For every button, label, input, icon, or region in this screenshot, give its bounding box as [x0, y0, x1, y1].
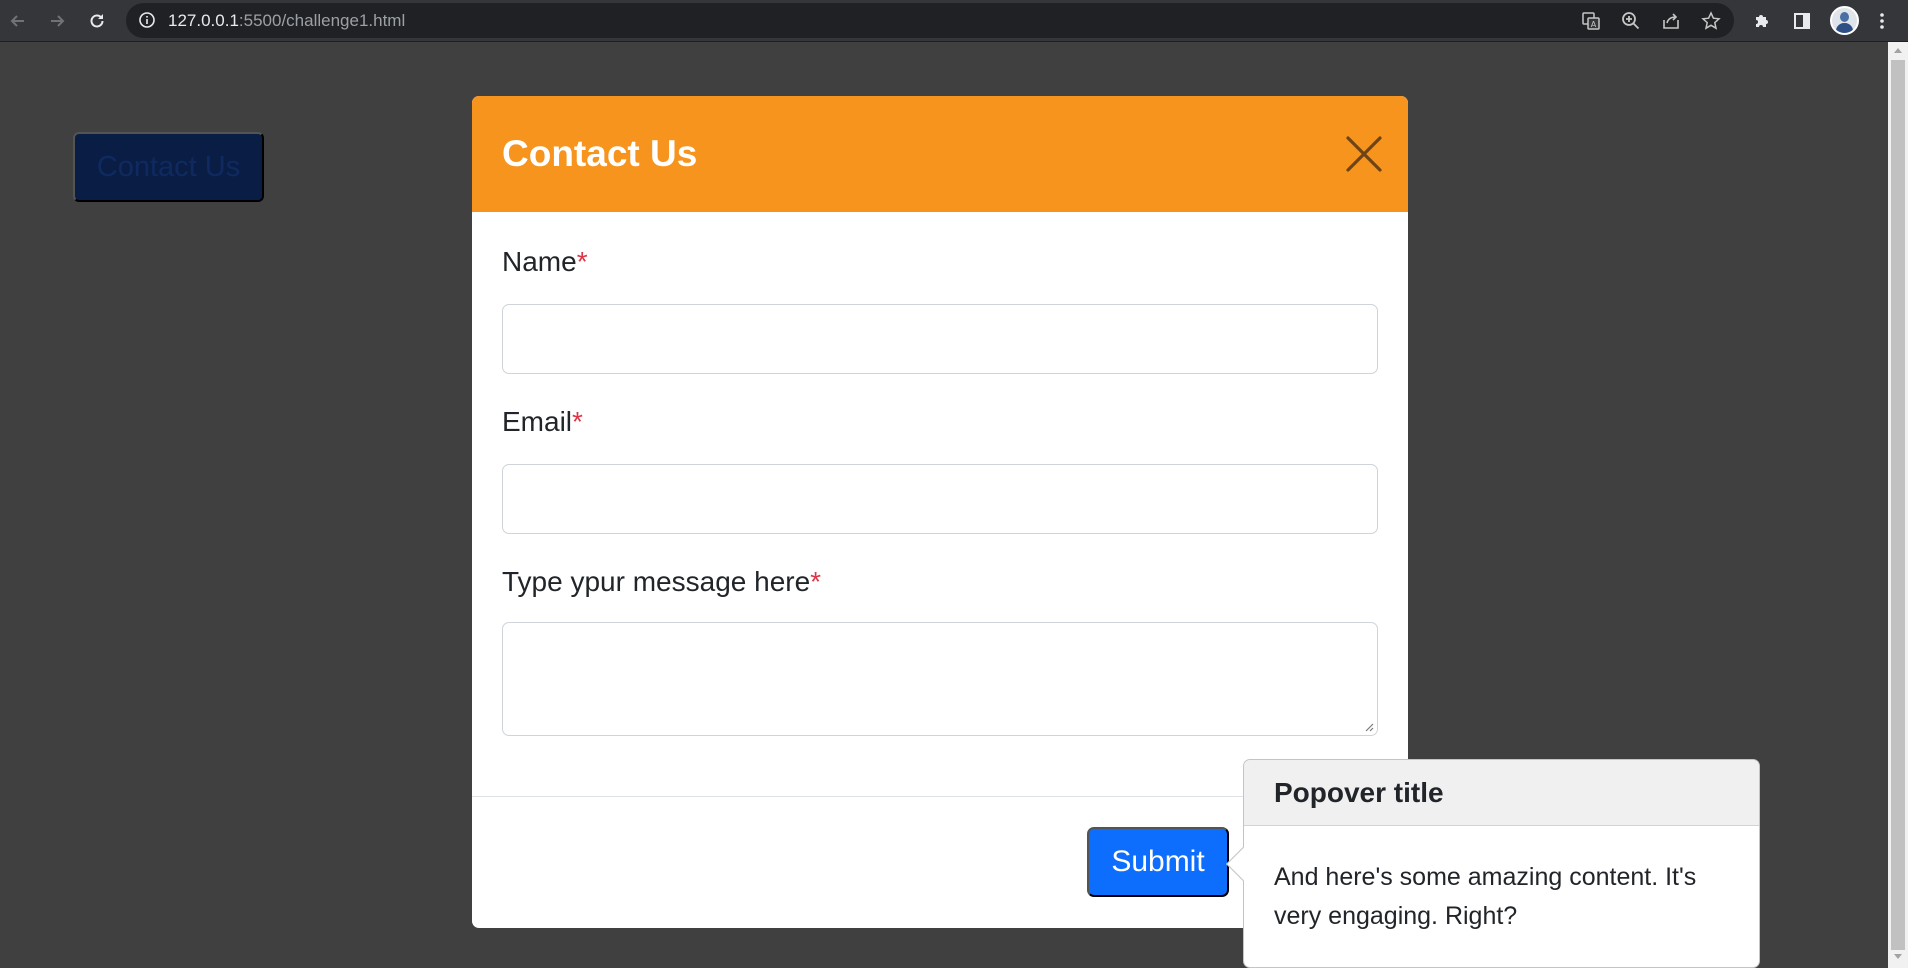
close-icon: [1346, 136, 1382, 172]
url-host: 127.0.0.1: [168, 11, 239, 30]
page-viewport: Contact Us Contact Us Name* Email* Type …: [0, 42, 1908, 968]
close-button[interactable]: [1344, 134, 1384, 174]
star-icon[interactable]: [1699, 9, 1723, 33]
scroll-up-arrow-icon[interactable]: [1894, 48, 1902, 53]
side-panel-icon: [1794, 13, 1810, 29]
scroll-thumb[interactable]: [1891, 60, 1905, 950]
scroll-down-arrow-icon[interactable]: [1894, 954, 1902, 959]
side-panel-button[interactable]: [1788, 7, 1816, 35]
reload-icon: [90, 14, 104, 28]
popover-title: Popover title: [1274, 777, 1444, 808]
name-input[interactable]: [502, 304, 1378, 374]
browser-menu-button[interactable]: [1868, 7, 1896, 35]
message-textarea[interactable]: [502, 622, 1378, 736]
modal-title: Contact Us: [502, 133, 698, 174]
message-label-text: Type ypur message here: [502, 566, 811, 597]
arrow-right-icon: [51, 15, 65, 27]
forward-button[interactable]: [43, 7, 71, 35]
email-label-text: Email: [502, 406, 573, 437]
resize-grip-icon[interactable]: [1364, 722, 1374, 732]
popover-body: And here's some amazing content. It's ve…: [1274, 863, 1697, 930]
svg-text:A: A: [1591, 20, 1597, 29]
back-button[interactable]: [4, 7, 32, 35]
required-asterisk: *: [572, 406, 583, 437]
translate-icon[interactable]: A: [1579, 9, 1603, 33]
info-icon[interactable]: [138, 11, 156, 34]
modal-header: Contact Us: [472, 96, 1408, 212]
name-label: Name*: [502, 246, 588, 278]
share-icon[interactable]: [1659, 9, 1683, 33]
url-path: :5500/challenge1.html: [238, 11, 406, 30]
popover-header: Popover title: [1244, 760, 1759, 826]
message-label: Type ypur message here*: [502, 566, 821, 598]
puzzle-icon: [1756, 15, 1768, 27]
email-label: Email*: [502, 406, 583, 438]
submit-button[interactable]: Submit: [1087, 827, 1229, 897]
profile-avatar[interactable]: [1830, 6, 1859, 35]
kebab-menu-icon: [1880, 13, 1884, 29]
address-bar[interactable]: 127.0.0.1:5500/challenge1.html A: [126, 3, 1734, 38]
required-asterisk: *: [810, 566, 822, 597]
email-input[interactable]: [502, 464, 1378, 534]
required-asterisk: *: [576, 246, 588, 277]
arrow-left-icon: [10, 15, 24, 27]
zoom-icon[interactable]: [1619, 9, 1643, 33]
open-contact-button[interactable]: Contact Us: [73, 132, 264, 202]
popover: Popover title And here's some amazing co…: [1226, 759, 1760, 968]
vertical-scrollbar[interactable]: [1888, 42, 1908, 968]
url-text: 127.0.0.1:5500/challenge1.html: [168, 3, 405, 38]
name-label-text: Name: [502, 246, 577, 277]
browser-toolbar: 127.0.0.1:5500/challenge1.html A: [0, 0, 1908, 42]
reload-button[interactable]: [83, 7, 111, 35]
extensions-button[interactable]: [1748, 7, 1776, 35]
